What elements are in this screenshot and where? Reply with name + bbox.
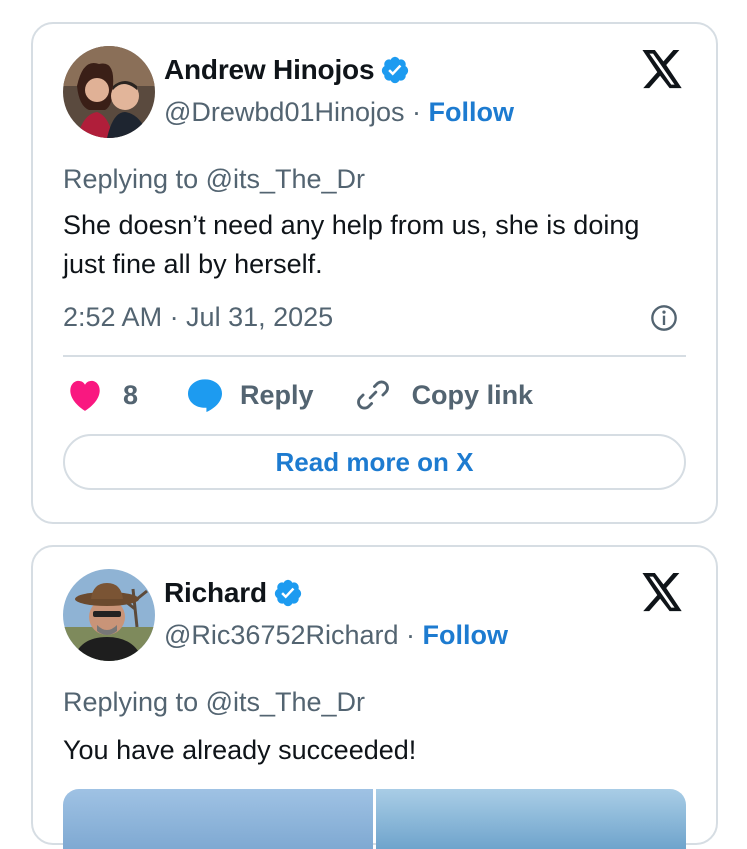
replying-to[interactable]: Replying to @its_The_Dr — [63, 687, 365, 718]
media-image[interactable] — [376, 789, 686, 849]
author-name[interactable]: Andrew Hinojos — [164, 54, 375, 86]
avatar[interactable] — [63, 46, 155, 138]
heart-icon — [70, 380, 100, 411]
media-image[interactable] — [63, 789, 373, 849]
reply-button[interactable]: Reply — [186, 378, 314, 412]
verified-badge-icon — [274, 579, 301, 607]
speech-bubble-icon — [188, 379, 223, 412]
info-icon[interactable] — [650, 304, 678, 332]
reply-label: Reply — [240, 379, 314, 410]
timestamp[interactable]: 2:52 AM · Jul 31, 2025 — [63, 302, 333, 333]
divider — [63, 355, 686, 357]
x-logo-icon[interactable] — [640, 573, 684, 613]
tweet-card[interactable]: Richard @Ric36752Richard · Follow Replyi… — [31, 545, 718, 849]
read-more-button[interactable]: Read more on X — [63, 434, 686, 490]
like-count: 8 — [123, 379, 139, 410]
replying-to[interactable]: Replying to @its_The_Dr — [63, 164, 365, 195]
verified-badge-icon — [382, 56, 409, 84]
author-handle[interactable]: @Drewbd01Hinojos — [164, 97, 405, 127]
tweet-card[interactable]: Andrew Hinojos @Drewbd01Hinojos · Follow… — [31, 22, 718, 524]
tweet-media[interactable] — [63, 789, 686, 849]
like-button[interactable]: 8 — [67, 378, 138, 412]
tweet-text: She doesn’t need any help from us, she i… — [63, 210, 640, 279]
follow-link[interactable]: Follow — [429, 97, 514, 127]
separator: · — [412, 97, 429, 127]
link-icon — [356, 380, 389, 410]
follow-link[interactable]: Follow — [423, 620, 508, 650]
separator: · — [406, 620, 423, 650]
tweet-text: You have already succeeded! — [63, 735, 417, 765]
x-logo-icon[interactable] — [640, 50, 684, 90]
copy-link-label: Copy link — [411, 379, 534, 410]
author-name[interactable]: Richard — [164, 577, 267, 609]
copy-link-button[interactable]: Copy link — [356, 378, 534, 412]
author-handle[interactable]: @Ric36752Richard — [164, 620, 399, 650]
avatar[interactable] — [63, 569, 155, 661]
